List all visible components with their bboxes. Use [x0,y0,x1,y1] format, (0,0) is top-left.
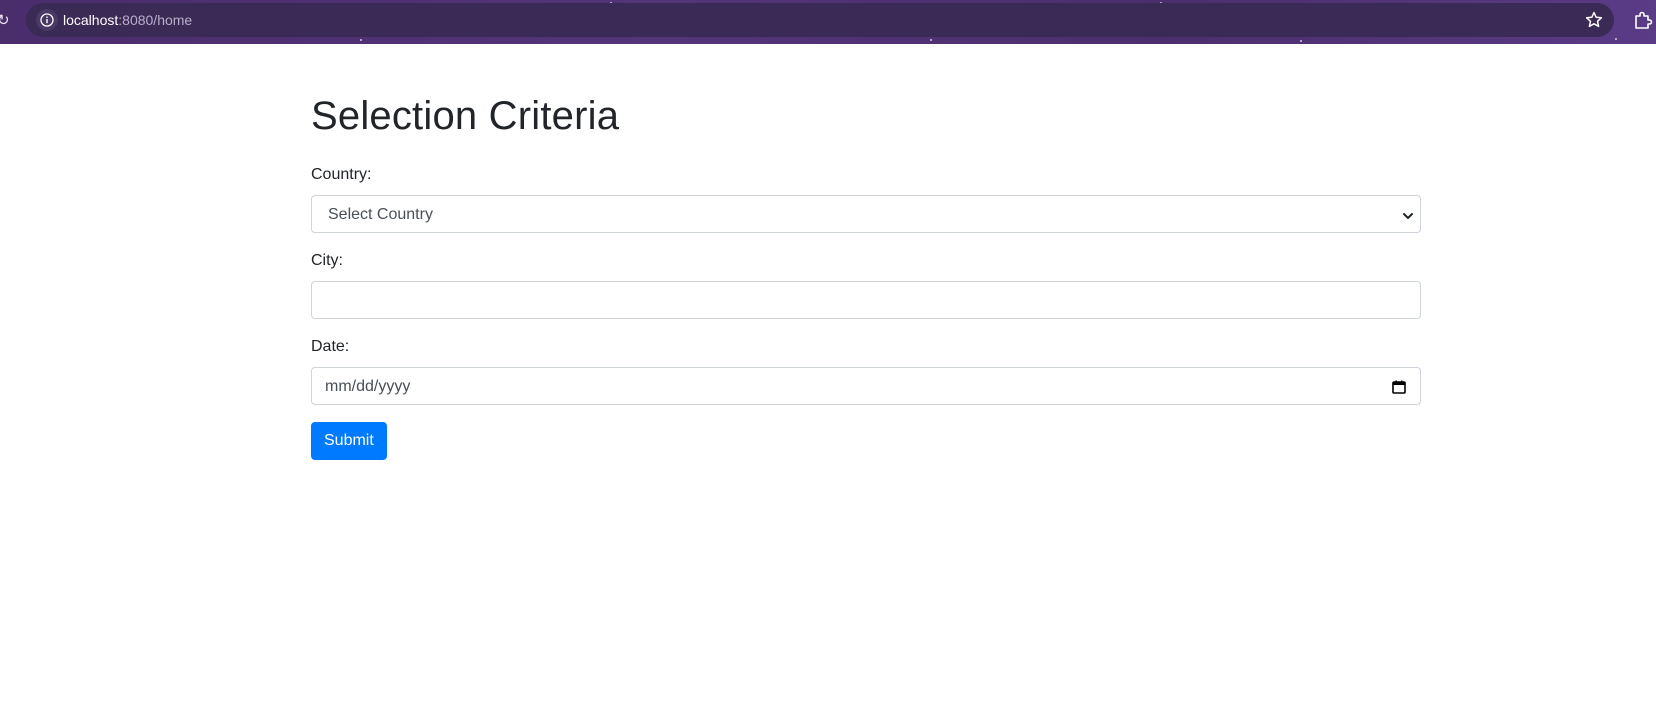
calendar-icon[interactable] [1391,379,1407,395]
info-icon[interactable] [36,9,58,31]
city-label: City: [311,252,343,269]
chevron-down-icon [1402,209,1414,221]
url-path: :8080/home [118,12,193,28]
browser-toolbar: ↻ localhost:8080/home [0,0,1656,44]
theme-sparkle [1300,40,1302,42]
reload-icon[interactable]: ↻ [0,11,11,29]
theme-sparkle [930,39,932,41]
star-icon[interactable] [1584,10,1604,30]
country-select[interactable]: Select Country [311,195,1421,233]
date-label: Date: [311,338,350,355]
date-input-placeholder: mm/dd/yyyy [325,378,411,395]
date-input[interactable]: mm/dd/yyyy [311,367,1421,405]
page-title: Selection Criteria [311,94,620,138]
submit-button[interactable]: Submit [311,422,387,460]
url-text[interactable]: localhost:8080/home [63,3,192,37]
country-label: Country: [311,166,372,183]
theme-sparkle [1615,38,1617,40]
city-input[interactable] [311,281,1421,319]
address-bar[interactable]: localhost:8080/home [26,3,1614,37]
country-select-value: Select Country [328,206,433,223]
url-host: localhost [63,12,119,28]
puzzle-icon[interactable] [1632,10,1654,32]
theme-sparkle [360,39,362,41]
